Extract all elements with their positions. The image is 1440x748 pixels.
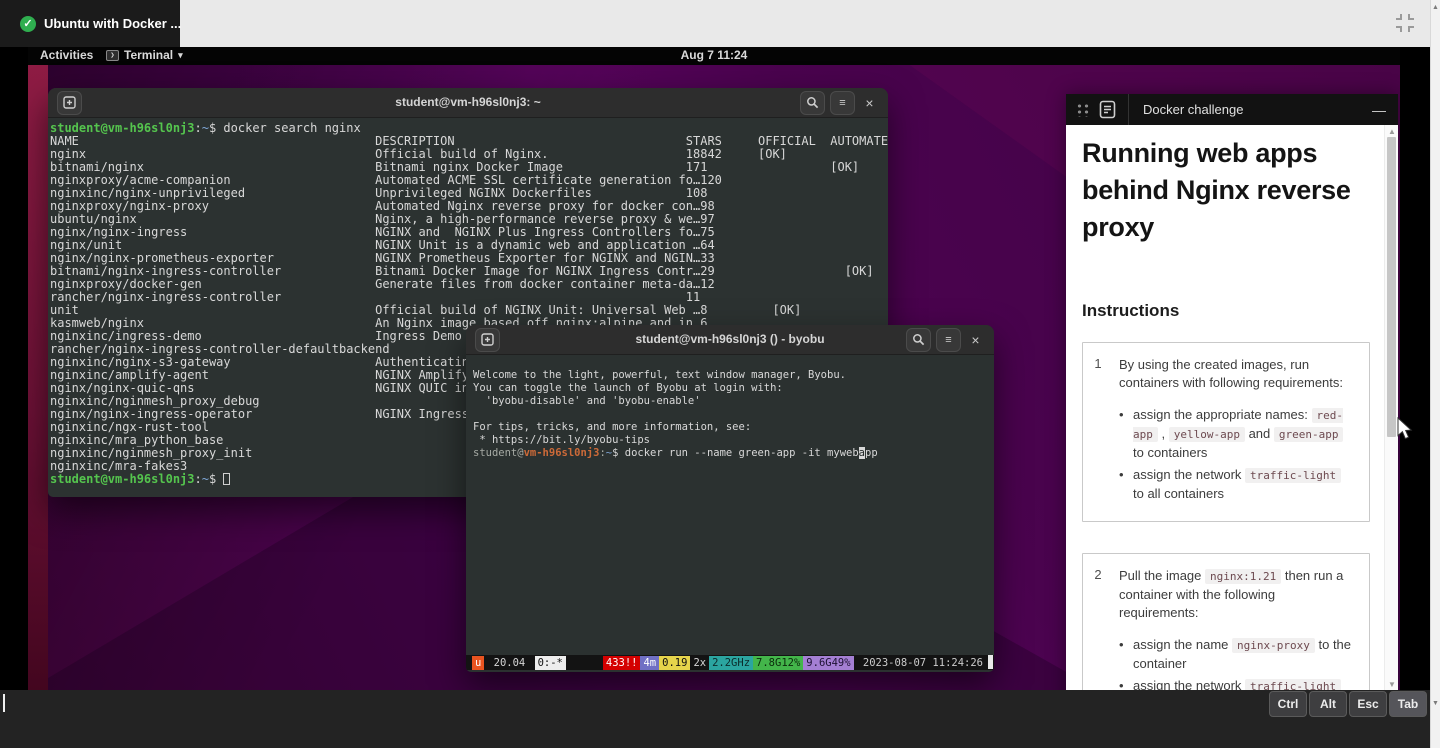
search-button[interactable]	[800, 91, 825, 115]
menu-button[interactable]: ≡	[936, 328, 961, 352]
terminal1-title: student@vm-h96sl0nj3: ~	[48, 95, 888, 109]
step-content: Pull the image nginx:1.21 then run a con…	[1119, 567, 1355, 690]
challenge-title: Docker challenge	[1143, 102, 1243, 117]
fullscreen-toggle-icon[interactable]	[1396, 14, 1414, 32]
byobu-scrollbar[interactable]	[988, 655, 993, 669]
step-bullet: assign the name nginx-proxy to the conta…	[1119, 636, 1355, 673]
step-bullet-list: assign the name nginx-proxy to the conta…	[1119, 636, 1355, 690]
bottom-strip: CtrlAltEscTab	[0, 690, 1430, 748]
status-segment: 4m	[640, 656, 659, 670]
code-chip: yellow-app	[1169, 427, 1245, 442]
step-number: 2	[1091, 567, 1105, 690]
document-icon	[1099, 100, 1116, 119]
instruction-step: 1 By using the created images, run contai…	[1082, 342, 1370, 522]
divider	[1128, 94, 1129, 125]
scroll-down-icon[interactable]: ▼	[1432, 700, 1439, 707]
status-segment: 7.8G12%	[753, 656, 803, 670]
instruction-steps: 1 By using the created images, run contai…	[1082, 342, 1370, 690]
menu-button[interactable]: ≡	[830, 91, 855, 115]
terminal-window-byobu[interactable]: student@vm-h96sl0nj3 () - byobu ≡ × Welc…	[466, 325, 994, 672]
terminal1-titlebar[interactable]: student@vm-h96sl0nj3: ~ ≡ ×	[48, 88, 888, 118]
check-circle-icon: ✓	[20, 16, 36, 32]
search-icon	[806, 96, 819, 109]
step-lead-text: Pull the image nginx:1.21 then run a con…	[1119, 567, 1355, 622]
status-segment: 0.19	[659, 656, 690, 670]
instructions-label: Instructions	[1082, 301, 1179, 321]
challenge-panel-header[interactable]: Docker challenge —	[1066, 94, 1398, 125]
virtual-key-tab[interactable]: Tab	[1389, 691, 1427, 717]
gnome-top-bar: Activities ❯ Terminal ▾ Aug 7 11:24	[28, 47, 1400, 65]
terminal1-cursor	[223, 473, 230, 485]
status-segment: 2.2GHz	[709, 656, 753, 670]
status-segment: 433!!	[603, 656, 641, 670]
byobu-welcome-text: Welcome to the light, powerful, text win…	[473, 369, 994, 447]
instruction-step: 2 Pull the image nginx:1.21 then run a co…	[1082, 553, 1370, 690]
drag-handle-icon[interactable]	[1075, 103, 1089, 117]
new-tab-button[interactable]	[475, 328, 500, 352]
step-content: By using the created images, run contain…	[1119, 356, 1355, 507]
step-bullet: assign the network traffic-light to all …	[1119, 466, 1355, 503]
step-lead-text: By using the created images, run contain…	[1119, 356, 1355, 392]
scroll-down-icon[interactable]: ▼	[1388, 680, 1396, 689]
status-segment: 2x	[690, 656, 709, 670]
status-segment: u	[472, 656, 484, 670]
step-bullet-list: assign the appropriate names: red-app , …	[1119, 406, 1355, 503]
virtual-keyboard: CtrlAltEscTab	[1269, 691, 1427, 717]
wallpaper-stripe	[28, 65, 48, 690]
scrollbar-thumb[interactable]	[1387, 137, 1396, 437]
challenge-panel: Docker challenge — Running web apps behi…	[1066, 94, 1398, 690]
minimize-button[interactable]: —	[1372, 102, 1386, 118]
panel-scrollbar[interactable]: ▲ ▼	[1384, 125, 1398, 690]
byobu-status-bar: u 20.04 0:-* 433!!4m0.192x2.2GHz7.8G12%9.…	[466, 655, 994, 670]
new-tab-icon	[63, 96, 76, 109]
code-chip: nginx:1.21	[1205, 569, 1281, 584]
step-bullet: assign the network traffic-light to the …	[1119, 677, 1355, 690]
byobu-titlebar[interactable]: student@vm-h96sl0nj3 () - byobu ≡ ×	[466, 325, 994, 355]
status-segment: 9.6G49%	[803, 656, 853, 670]
status-segment: 0:-*	[535, 656, 566, 670]
vm-tab[interactable]: ✓ Ubuntu with Docker ...	[0, 0, 180, 47]
search-icon	[912, 333, 925, 346]
browser-tab-strip: ✓ Ubuntu with Docker ...	[0, 0, 1440, 47]
status-segment: 2023-08-07 11:24:26	[854, 656, 986, 670]
clock[interactable]: Aug 7 11:24	[28, 48, 1400, 62]
screen: ✓ Ubuntu with Docker ... Activities ❯ Te…	[0, 0, 1440, 748]
scroll-up-icon[interactable]: ▲	[1432, 4, 1439, 11]
virtual-key-ctrl[interactable]: Ctrl	[1269, 691, 1307, 717]
search-button[interactable]	[906, 328, 931, 352]
close-button[interactable]: ×	[963, 328, 988, 352]
code-chip: green-app	[1274, 427, 1344, 442]
scroll-up-icon[interactable]: ▲	[1388, 127, 1396, 136]
virtual-key-esc[interactable]: Esc	[1349, 691, 1387, 717]
challenge-heading: Running web apps behind Nginx reverse pr…	[1082, 135, 1374, 246]
new-tab-icon	[481, 333, 494, 346]
vm-display: Activities ❯ Terminal ▾ Aug 7 11:24 stud…	[0, 47, 1430, 690]
new-tab-button[interactable]	[57, 91, 82, 115]
virtual-key-alt[interactable]: Alt	[1309, 691, 1347, 717]
challenge-panel-body: Running web apps behind Nginx reverse pr…	[1066, 125, 1398, 690]
code-chip: traffic-light	[1245, 468, 1341, 483]
code-chip: traffic-light	[1245, 679, 1341, 690]
status-segment: 20.04	[484, 656, 534, 670]
tab-title: Ubuntu with Docker ...	[44, 16, 181, 31]
step-number: 1	[1091, 356, 1105, 507]
byobu-prompt-line[interactable]: student@vm-h96sl0nj3:~$ docker run --nam…	[473, 447, 994, 460]
code-chip: nginx-proxy	[1232, 638, 1315, 653]
page-scrollbar[interactable]: ▲ ▼	[1430, 0, 1440, 748]
byobu-output[interactable]: Welcome to the light, powerful, text win…	[466, 355, 994, 640]
step-bullet: assign the appropriate names: red-app , …	[1119, 406, 1355, 462]
close-button[interactable]: ×	[857, 91, 882, 115]
text-caret	[3, 694, 5, 712]
